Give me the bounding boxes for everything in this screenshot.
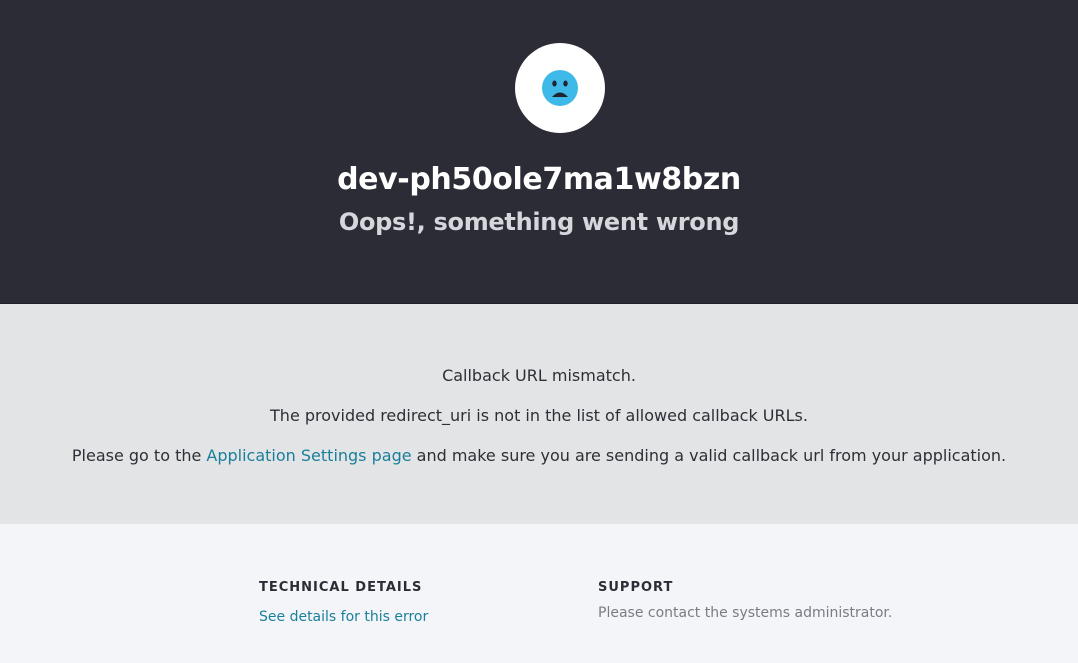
technical-details-column: TECHNICAL DETAILS See details for this e… xyxy=(259,580,428,625)
error-message-section: Callback URL mismatch. The provided redi… xyxy=(0,304,1078,524)
instructions-suffix: and make sure you are sending a valid ca… xyxy=(411,446,1007,465)
support-column: SUPPORT Please contact the systems admin… xyxy=(598,580,892,621)
support-heading: SUPPORT xyxy=(598,580,674,595)
error-description: The provided redirect_uri is not in the … xyxy=(270,406,808,425)
sad-face-icon xyxy=(542,70,578,106)
technical-details-heading: TECHNICAL DETAILS xyxy=(259,580,423,595)
application-settings-link[interactable]: Application Settings page xyxy=(206,446,411,465)
error-instructions: Please go to the Application Settings pa… xyxy=(0,446,1078,465)
instructions-prefix: Please go to the xyxy=(71,446,207,465)
see-error-details-link[interactable]: See details for this error xyxy=(259,609,428,625)
error-summary: Callback URL mismatch. xyxy=(442,366,636,385)
error-header: dev-ph50ole7ma1w8bzn Oops!, something we… xyxy=(0,0,1078,304)
error-title: Oops!, something went wrong xyxy=(338,208,740,236)
tenant-name: dev-ph50ole7ma1w8bzn xyxy=(337,162,741,197)
avatar xyxy=(515,43,605,133)
footer: TECHNICAL DETAILS See details for this e… xyxy=(0,524,1078,663)
support-text: Please contact the systems administrator… xyxy=(598,605,893,621)
